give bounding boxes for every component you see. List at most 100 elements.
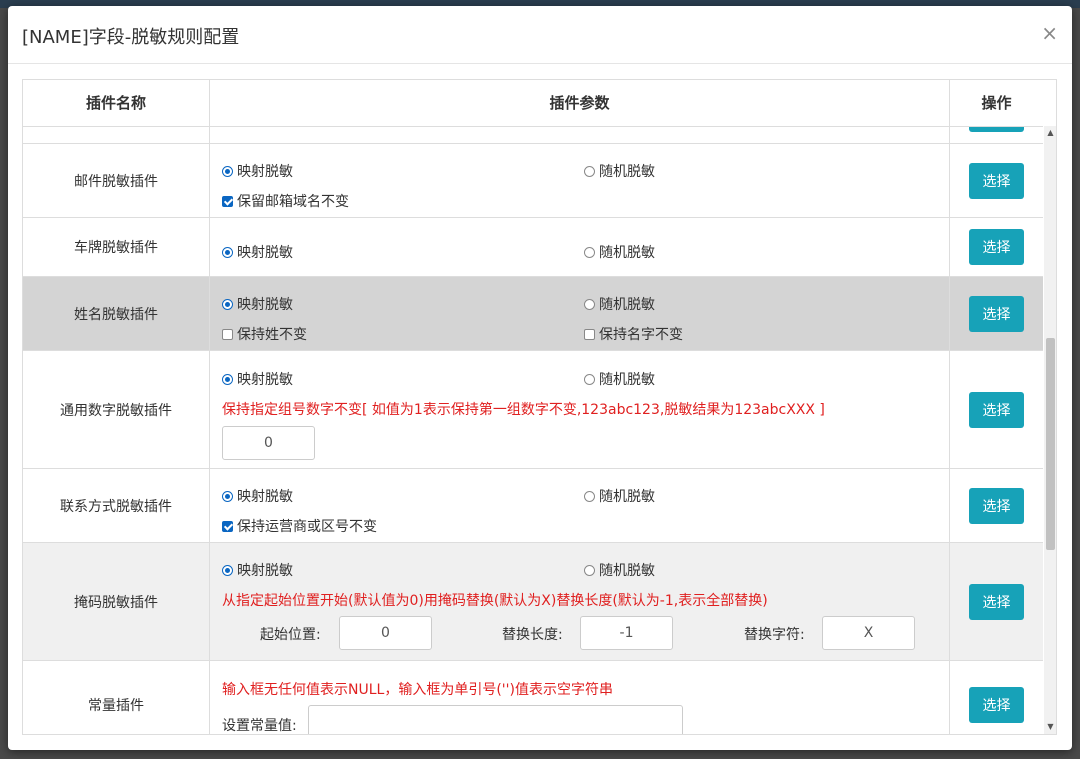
option-label: 随机脱敏 <box>599 563 655 579</box>
radio-checked-icon <box>222 298 233 310</box>
replace-char-label: 替换字符: <box>744 627 805 643</box>
radio-checked-icon <box>222 490 233 502</box>
op-email: 选择 <box>950 144 1043 217</box>
scroll-thumb[interactable] <box>1046 338 1055 550</box>
option-label: 随机脱敏 <box>599 489 655 505</box>
constant-hint: 输入框无任何值表示NULL，输入框为单引号('')值表示空字符串 <box>222 682 613 698</box>
params-number: 映射脱敏 随机脱敏 保持指定组号数字不变[ 如值为1表示保持第一组数字不变,12… <box>210 351 950 468</box>
mask-hint: 从指定起始位置开始(默认值为0)用掩码替换(默认为X)替换长度(默认为-1,表示… <box>222 593 768 609</box>
checkbox-unchecked-icon <box>222 328 233 340</box>
select-button-mask[interactable]: 选择 <box>969 583 1024 620</box>
table-row-partial <box>23 126 1043 144</box>
params-email: 映射脱敏 随机脱敏 保留邮箱域名不变 <box>210 144 950 217</box>
start-position-input[interactable]: 0 <box>339 616 432 650</box>
radio-map-person[interactable]: 映射脱敏 <box>222 294 293 314</box>
select-button-email[interactable]: 选择 <box>969 162 1024 199</box>
radio-random-mask[interactable]: 随机脱敏 <box>584 560 655 580</box>
radio-checked-icon <box>222 564 233 576</box>
plugin-name-email: 邮件脱敏插件 <box>23 144 210 217</box>
option-label: 随机脱敏 <box>599 297 655 313</box>
radio-random-email[interactable]: 随机脱敏 <box>584 161 655 181</box>
table-row-constant: 常量插件 输入框无任何值表示NULL，输入框为单引号('')值表示空字符串 设置… <box>23 661 1043 734</box>
plugin-name-number: 通用数字脱敏插件 <box>23 351 210 468</box>
select-button-contact[interactable]: 选择 <box>969 487 1024 524</box>
radio-random-person[interactable]: 随机脱敏 <box>584 294 655 314</box>
close-icon[interactable]: × <box>1041 20 1058 46</box>
rule-config-modal: [NAME]字段-脱敏规则配置 × 插件名称 插件参数 操作 邮件脱敏插件 映射… <box>8 6 1072 750</box>
params-contact: 映射脱敏 随机脱敏 保持运营商或区号不变 <box>210 469 950 542</box>
checkbox-keep-carrier[interactable]: 保持运营商或区号不变 <box>222 516 377 536</box>
radio-map-mask[interactable]: 映射脱敏 <box>222 560 293 580</box>
scroll-up-icon[interactable]: ▲ <box>1044 126 1056 140</box>
option-label: 保持姓不变 <box>237 327 307 343</box>
option-label: 随机脱敏 <box>599 164 655 180</box>
checkbox-keep-surname[interactable]: 保持姓不变 <box>222 324 307 344</box>
table-row-mask: 掩码脱敏插件 映射脱敏 随机脱敏 从指定起始位置开始(默认值为0)用掩码替换(默… <box>23 543 1043 661</box>
select-button-plate[interactable]: 选择 <box>969 229 1024 265</box>
radio-map-number[interactable]: 映射脱敏 <box>222 369 293 389</box>
option-label: 映射脱敏 <box>237 489 293 505</box>
select-button-number[interactable]: 选择 <box>969 391 1024 428</box>
op-mask: 选择 <box>950 543 1043 660</box>
radio-random-number[interactable]: 随机脱敏 <box>584 369 655 389</box>
modal-header: [NAME]字段-脱敏规则配置 × <box>8 6 1072 64</box>
radio-map-plate[interactable]: 映射脱敏 <box>222 242 293 262</box>
op-person: 选择 <box>950 277 1043 350</box>
plugin-name-plate: 车牌脱敏插件 <box>23 218 210 276</box>
replace-length-input[interactable]: -1 <box>580 616 673 650</box>
radio-unchecked-icon <box>584 298 595 310</box>
checkbox-keep-given-name[interactable]: 保持名字不变 <box>584 324 683 344</box>
start-position-label: 起始位置: <box>260 627 321 643</box>
number-hint: 保持指定组号数字不变[ 如值为1表示保持第一组数字不变,123abc123,脱敏… <box>222 402 825 418</box>
constant-value-input[interactable] <box>308 705 683 734</box>
radio-unchecked-icon <box>584 373 595 385</box>
table-row-plate: 车牌脱敏插件 映射脱敏 随机脱敏 选择 <box>23 218 1043 277</box>
plugin-name-person: 姓名脱敏插件 <box>23 277 210 350</box>
radio-map-contact[interactable]: 映射脱敏 <box>222 486 293 506</box>
replace-char-input[interactable]: X <box>822 616 915 650</box>
select-button-person[interactable]: 选择 <box>969 295 1024 332</box>
plugin-name-constant: 常量插件 <box>23 661 210 734</box>
cell-name <box>23 126 210 143</box>
table-row-contact: 联系方式脱敏插件 映射脱敏 随机脱敏 保持运营商或区号不变 选择 <box>23 469 1043 543</box>
params-constant: 输入框无任何值表示NULL，输入框为单引号('')值表示空字符串 设置常量值: <box>210 661 950 734</box>
radio-unchecked-icon <box>584 246 595 258</box>
checkbox-keep-domain[interactable]: 保留邮箱域名不变 <box>222 191 349 211</box>
op-plate: 选择 <box>950 218 1043 276</box>
option-label: 随机脱敏 <box>599 372 655 388</box>
checkbox-checked-icon <box>222 520 233 532</box>
group-number-input[interactable]: 0 <box>222 426 315 460</box>
plugin-table: 插件名称 插件参数 操作 邮件脱敏插件 映射脱敏 随机脱敏 保留邮箱域名不变 选… <box>22 79 1057 735</box>
table-row-email: 邮件脱敏插件 映射脱敏 随机脱敏 保留邮箱域名不变 选择 <box>23 144 1043 218</box>
option-label: 映射脱敏 <box>237 563 293 579</box>
radio-checked-icon <box>222 165 233 177</box>
option-label: 保留邮箱域名不变 <box>237 194 349 210</box>
plugin-name-mask: 掩码脱敏插件 <box>23 543 210 660</box>
params-person: 映射脱敏 随机脱敏 保持姓不变 保持名字不变 <box>210 277 950 350</box>
table-scrollbar[interactable]: ▲ ▼ <box>1044 126 1056 734</box>
checkbox-unchecked-icon <box>584 328 595 340</box>
scroll-down-icon[interactable]: ▼ <box>1044 720 1056 734</box>
replace-length-label: 替换长度: <box>502 627 563 643</box>
header-plugin-params: 插件参数 <box>210 80 950 126</box>
option-label: 随机脱敏 <box>599 245 655 261</box>
radio-map-email[interactable]: 映射脱敏 <box>222 161 293 181</box>
op-contact: 选择 <box>950 469 1043 542</box>
radio-random-plate[interactable]: 随机脱敏 <box>584 242 655 262</box>
table-header: 插件名称 插件参数 操作 <box>23 80 1043 127</box>
header-operation: 操作 <box>981 94 1012 112</box>
set-constant-label: 设置常量值: <box>222 718 297 734</box>
op-constant: 选择 <box>950 661 1043 734</box>
select-button-constant[interactable]: 选择 <box>969 687 1024 723</box>
radio-unchecked-icon <box>584 490 595 502</box>
option-label: 映射脱敏 <box>237 372 293 388</box>
radio-unchecked-icon <box>584 165 595 177</box>
plugin-name-contact: 联系方式脱敏插件 <box>23 469 210 542</box>
op-number: 选择 <box>950 351 1043 468</box>
radio-checked-icon <box>222 373 233 385</box>
table-body[interactable]: 邮件脱敏插件 映射脱敏 随机脱敏 保留邮箱域名不变 选择 车牌脱敏插件 映射脱敏… <box>23 126 1043 734</box>
radio-random-contact[interactable]: 随机脱敏 <box>584 486 655 506</box>
header-plugin-name: 插件名称 <box>23 80 210 126</box>
option-label: 映射脱敏 <box>237 297 293 313</box>
radio-unchecked-icon <box>584 564 595 576</box>
